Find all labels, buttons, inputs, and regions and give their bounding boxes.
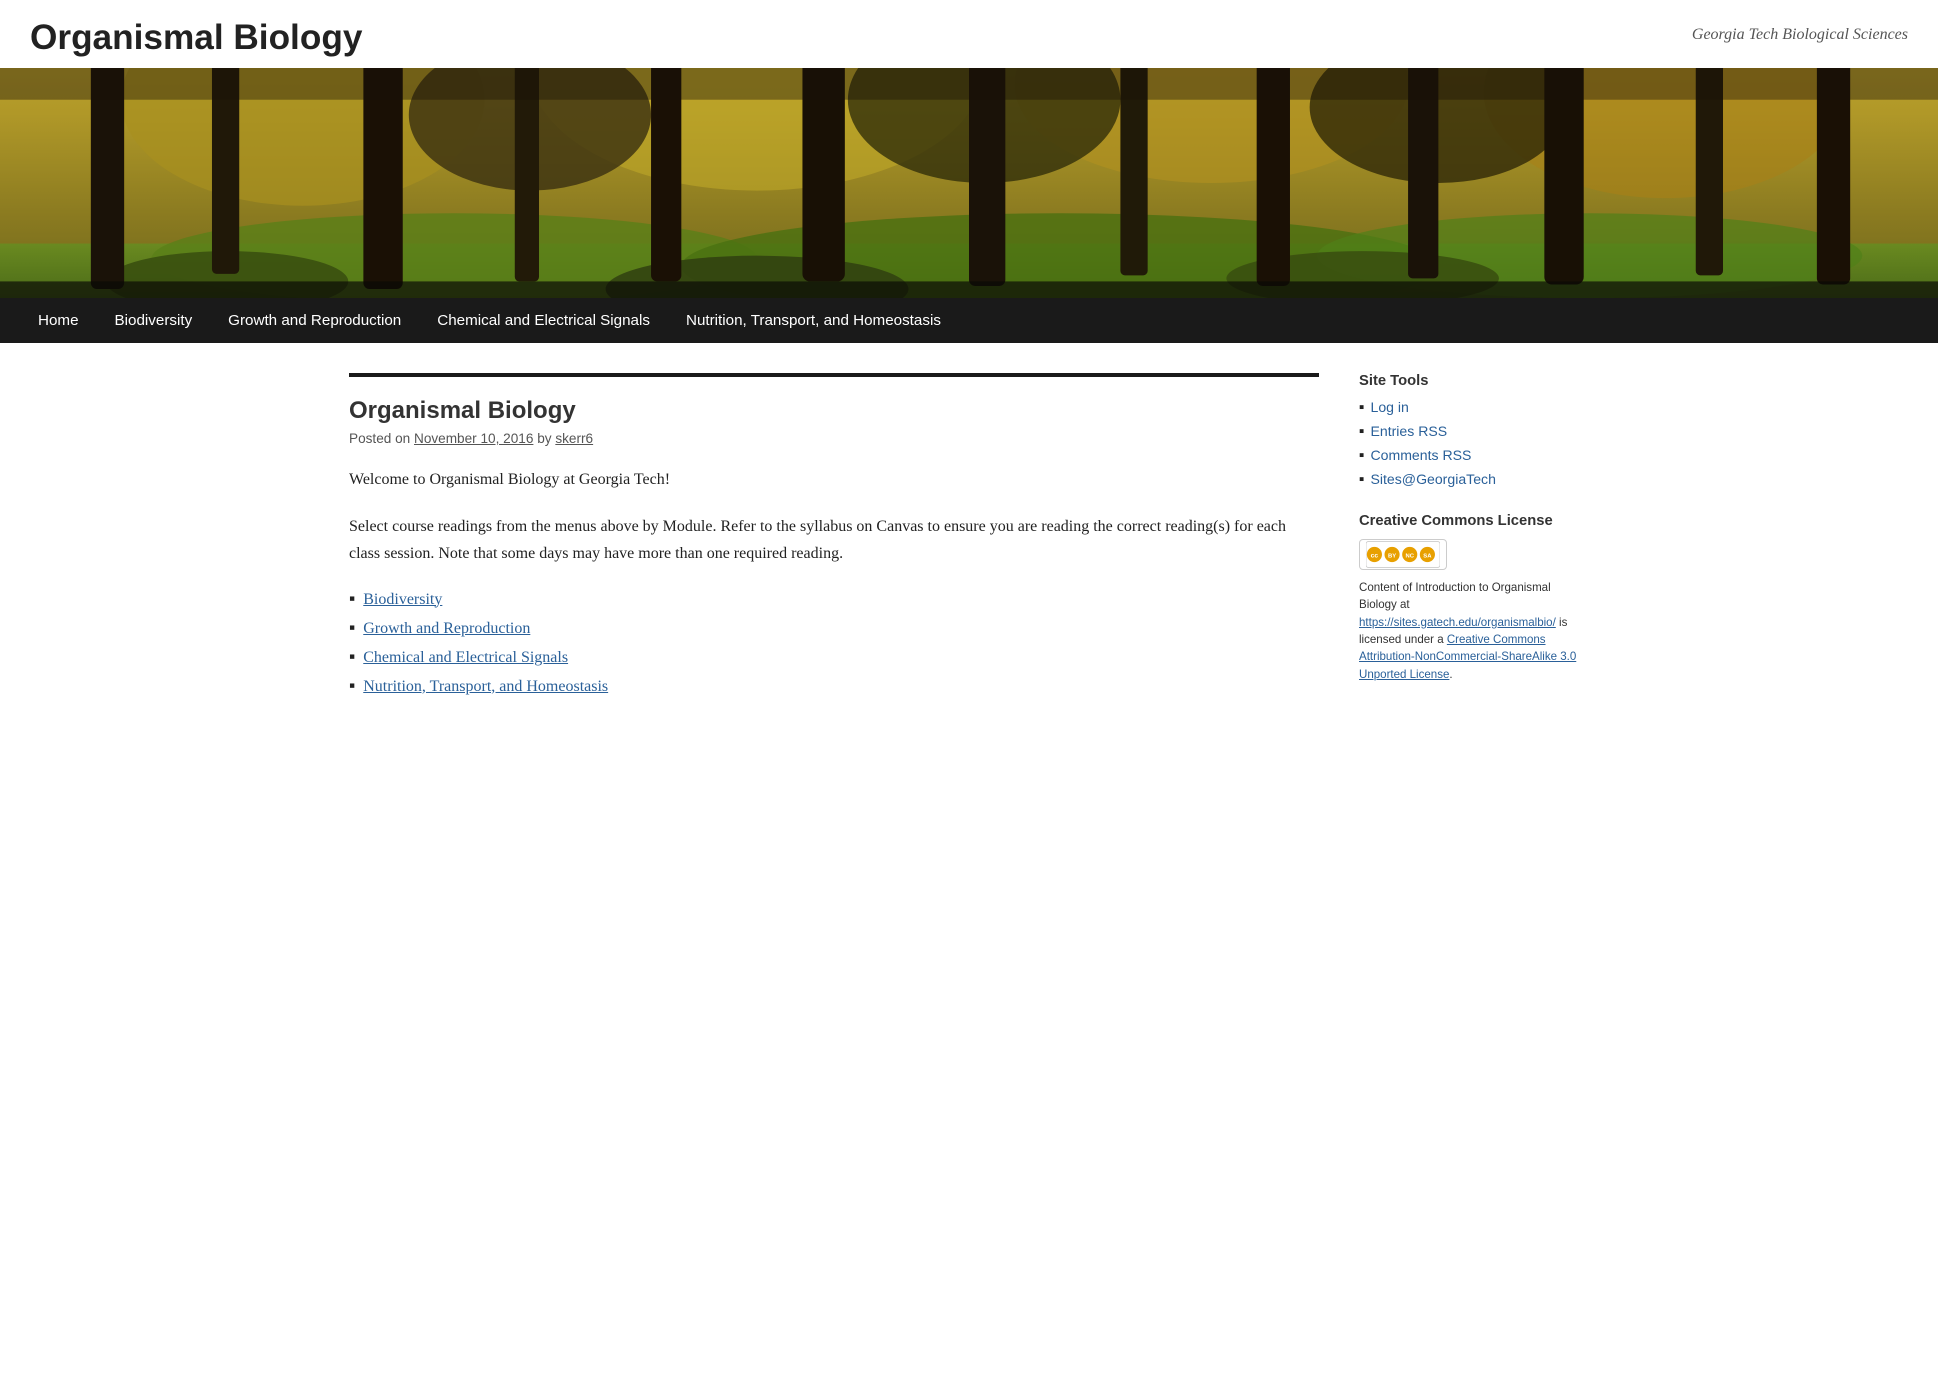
nav-item-chemical-and-electrical-signals[interactable]: Chemical and Electrical Signals (419, 298, 668, 343)
course-link-item: Biodiversity (349, 588, 1319, 609)
sidebar-tool-link-sites@georgiatech[interactable]: Sites@GeorgiaTech (1370, 471, 1495, 487)
post-title: Organismal Biology (349, 397, 1319, 425)
nav-item-biodiversity[interactable]: Biodiversity (97, 298, 211, 343)
post-meta-by: by (537, 431, 551, 446)
sidebar-tool-link-comments-rss[interactable]: Comments RSS (1370, 447, 1471, 463)
svg-text:BY: BY (1388, 553, 1396, 559)
cc-period: . (1449, 669, 1452, 681)
cc-badge[interactable]: cc BY NC SA (1359, 539, 1447, 570)
sidebar-tool-item: Log in (1359, 399, 1589, 417)
cc-license-title: Creative Commons License (1359, 513, 1589, 529)
sidebar-tool-item: Entries RSS (1359, 423, 1589, 441)
cc-section: Creative Commons License cc BY NC SA (1359, 513, 1589, 684)
cc-url-link[interactable]: https://sites.gatech.edu/organismalbio/ (1359, 617, 1556, 629)
post-author-link[interactable]: skerr6 (555, 431, 593, 446)
post-body: Welcome to Organismal Biology at Georgia… (349, 466, 1319, 696)
course-link-growth-and-reproduction[interactable]: Growth and Reproduction (363, 620, 530, 638)
cc-text-before: Content of Introduction to Organismal Bi… (1359, 582, 1551, 611)
svg-text:NC: NC (1405, 553, 1414, 559)
main-nav: HomeBiodiversityGrowth and ReproductionC… (0, 298, 1938, 343)
svg-text:cc: cc (1371, 552, 1379, 559)
post-meta-prefix: Posted on (349, 431, 410, 446)
main-content: Organismal Biology Posted on November 10… (349, 373, 1319, 704)
nav-item-growth-and-reproduction[interactable]: Growth and Reproduction (210, 298, 419, 343)
sidebar-tool-item: Sites@GeorgiaTech (1359, 471, 1589, 489)
nav-item-nutrition,-transport,-and-homeostasis[interactable]: Nutrition, Transport, and Homeostasis (668, 298, 959, 343)
sidebar-tools-list: Log in Entries RSS Comments RSS Sites@Georg… (1359, 399, 1589, 489)
site-title: Organismal Biology (30, 18, 362, 58)
sidebar-tools-title: Site Tools (1359, 373, 1589, 389)
sidebar-tool-item: Comments RSS (1359, 447, 1589, 465)
sidebar-tool-link-log-in[interactable]: Log in (1370, 399, 1408, 415)
sidebar: Site Tools Log in Entries RSS Comments RSS… (1359, 373, 1589, 704)
course-link-chemical-and-electrical-signals[interactable]: Chemical and Electrical Signals (363, 649, 568, 667)
course-link-item: Chemical and Electrical Signals (349, 646, 1319, 667)
post-meta: Posted on November 10, 2016 by skerr6 (349, 431, 1319, 446)
site-subtitle: Georgia Tech Biological Sciences (1692, 26, 1908, 44)
course-link-item: Growth and Reproduction (349, 617, 1319, 638)
nav-item-home[interactable]: Home (20, 298, 97, 343)
course-links-list: Biodiversity Growth and Reproduction Chemi… (349, 588, 1319, 696)
svg-text:SA: SA (1423, 553, 1432, 559)
course-link-biodiversity[interactable]: Biodiversity (363, 591, 442, 609)
intro-paragraph-2: Select course readings from the menus ab… (349, 513, 1319, 567)
sidebar-tool-link-entries-rss[interactable]: Entries RSS (1370, 423, 1447, 439)
sidebar-tools: Site Tools Log in Entries RSS Comments RSS… (1359, 373, 1589, 489)
cc-text: Content of Introduction to Organismal Bi… (1359, 580, 1589, 684)
course-link-item: Nutrition, Transport, and Homeostasis (349, 675, 1319, 696)
post-date-link[interactable]: November 10, 2016 (414, 431, 533, 446)
hero-banner (0, 68, 1938, 298)
intro-paragraph-1: Welcome to Organismal Biology at Georgia… (349, 466, 1319, 493)
course-link-nutrition,-transport,-and-homeostasis[interactable]: Nutrition, Transport, and Homeostasis (363, 678, 608, 696)
